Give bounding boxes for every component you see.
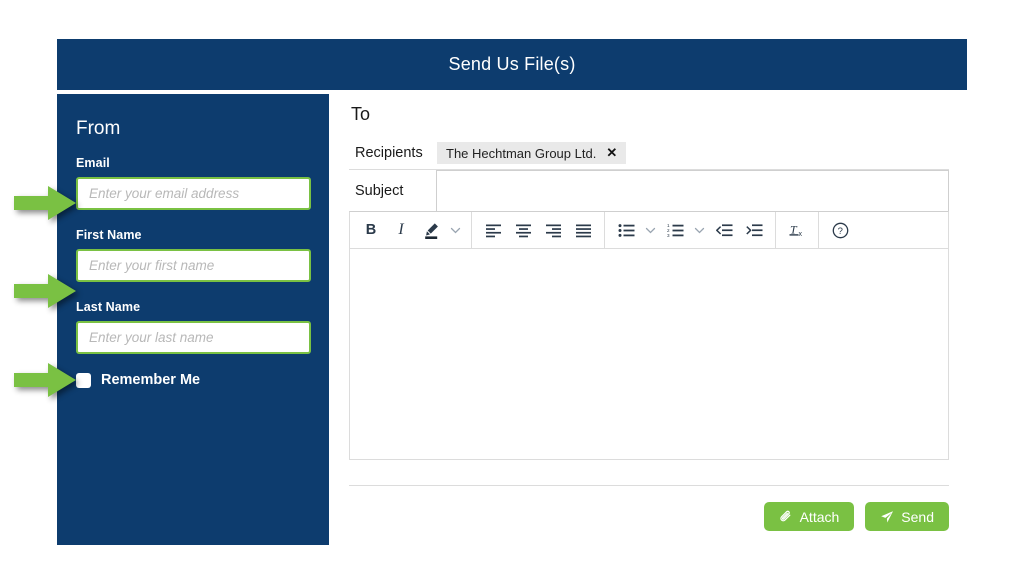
from-section-title: From xyxy=(76,118,121,139)
toolbar-group-alignment xyxy=(472,212,605,248)
footer-divider xyxy=(349,485,949,486)
compose-pane: To Recipients The Hechtman Group Ltd. ✕ … xyxy=(349,104,949,531)
outdent-icon[interactable] xyxy=(709,215,739,245)
first-name-label: First Name xyxy=(76,228,142,242)
text-color-icon[interactable] xyxy=(416,215,446,245)
align-justify-icon[interactable] xyxy=(568,215,598,245)
chevron-down-icon[interactable] xyxy=(690,215,709,245)
close-icon[interactable]: ✕ xyxy=(606,145,617,161)
last-name-label: Last Name xyxy=(76,300,141,314)
indent-icon[interactable] xyxy=(739,215,769,245)
recipient-chip[interactable]: The Hechtman Group Ltd. ✕ xyxy=(437,142,627,164)
chevron-down-icon[interactable] xyxy=(446,215,465,245)
remember-me-checkbox[interactable] xyxy=(76,372,91,388)
toolbar-group-lists: 1 2 3 xyxy=(605,212,776,248)
numbered-list-icon[interactable]: 1 2 3 xyxy=(660,215,690,245)
message-body-editor[interactable] xyxy=(349,249,949,460)
attach-button-label: Attach xyxy=(799,508,840,525)
from-sidebar: From Email First Name Last Name Remember… xyxy=(57,94,329,545)
subject-row: Subject xyxy=(349,169,949,211)
page-title: Send Us File(s) xyxy=(448,54,576,74)
recipient-chip-label: The Hechtman Group Ltd. xyxy=(446,145,597,161)
toolbar-group-help: ? xyxy=(819,212,861,248)
paper-plane-icon xyxy=(880,510,894,524)
svg-text:?: ? xyxy=(837,226,842,237)
chevron-down-icon[interactable] xyxy=(641,215,660,245)
align-right-icon[interactable] xyxy=(538,215,568,245)
help-icon[interactable]: ? xyxy=(825,215,855,245)
toolbar-group-text-style: B I xyxy=(350,212,472,248)
paperclip-icon xyxy=(779,510,793,524)
toolbar-group-clear: T x xyxy=(776,212,819,248)
svg-text:x: x xyxy=(798,231,802,238)
email-input[interactable] xyxy=(76,177,311,210)
send-button-label: Send xyxy=(901,508,934,525)
svg-text:3: 3 xyxy=(667,233,670,238)
send-button[interactable]: Send xyxy=(865,502,949,531)
email-label: Email xyxy=(76,156,110,170)
editor-toolbar: B I 1 2 3 T x ? xyxy=(349,211,949,249)
align-center-icon[interactable] xyxy=(508,215,538,245)
to-section-title: To xyxy=(351,104,371,124)
attach-button[interactable]: Attach xyxy=(763,502,855,531)
italic-icon[interactable]: I xyxy=(386,215,416,245)
last-name-input[interactable] xyxy=(76,321,311,354)
subject-input[interactable] xyxy=(437,170,949,211)
action-buttons: Attach Send xyxy=(349,502,949,531)
align-left-icon[interactable] xyxy=(478,215,508,245)
subject-label: Subject xyxy=(349,170,437,211)
remember-me-label: Remember Me xyxy=(101,372,201,388)
recipients-label: Recipients xyxy=(355,145,423,161)
remember-me-row[interactable]: Remember Me xyxy=(76,372,310,388)
bulleted-list-icon[interactable] xyxy=(611,215,641,245)
bold-icon[interactable]: B xyxy=(356,215,386,245)
first-name-input[interactable] xyxy=(76,249,311,282)
clear-formatting-icon[interactable]: T x xyxy=(782,215,812,245)
recipients-row: Recipients The Hechtman Group Ltd. ✕ xyxy=(349,137,949,169)
app-header: Send Us File(s) xyxy=(57,39,967,90)
